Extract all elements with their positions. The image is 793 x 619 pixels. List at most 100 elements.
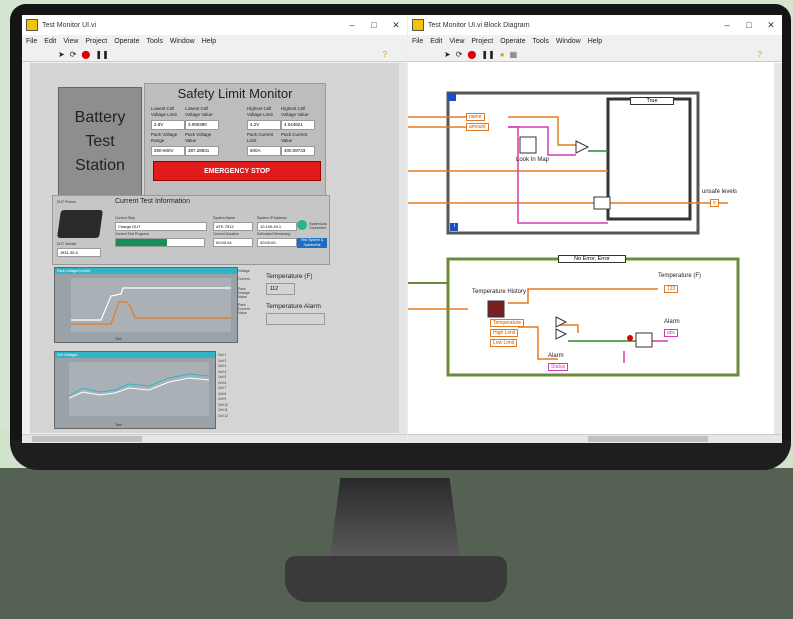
limit-value: 400.08733 bbox=[281, 146, 315, 156]
menu-operate[interactable]: Operate bbox=[500, 38, 525, 45]
cell-legend-item: Cell 9 bbox=[218, 397, 227, 401]
menu-help[interactable]: Help bbox=[588, 38, 602, 45]
temperature-output-label: Temperature (F) bbox=[658, 273, 702, 279]
progress-track bbox=[115, 238, 205, 247]
block-diagram-title: Test Monitor UI.vi Block Diagram bbox=[428, 21, 530, 29]
cell-legend-item: Cell 11 bbox=[218, 408, 228, 412]
menu-file[interactable]: File bbox=[412, 38, 423, 45]
abort-icon[interactable]: ⬤ bbox=[467, 50, 476, 59]
serial-label: DUT Serial# bbox=[57, 242, 76, 246]
menu-edit[interactable]: Edit bbox=[430, 38, 442, 45]
unsafe-levels-terminal: ≡ bbox=[710, 199, 719, 207]
menu-project[interactable]: Project bbox=[85, 38, 107, 45]
limit-label: Pack Current Value bbox=[281, 132, 308, 143]
menu-view[interactable]: View bbox=[63, 38, 78, 45]
cell-legend-item: Cell 7 bbox=[218, 386, 227, 390]
block-diagram-titlebar: Test Monitor UI.vi Block Diagram – □ ✕ bbox=[408, 15, 782, 35]
duration-label: Current Duration bbox=[213, 232, 239, 236]
menu-project[interactable]: Project bbox=[471, 38, 493, 45]
menu-file[interactable]: File bbox=[26, 38, 37, 45]
close-icon[interactable]: ✕ bbox=[760, 20, 782, 31]
minimize-icon[interactable]: – bbox=[341, 20, 363, 30]
monitor-stand-neck bbox=[330, 478, 460, 558]
graph2-time-label: Time bbox=[115, 423, 122, 427]
case-label: True bbox=[646, 98, 658, 104]
test-system-button[interactable]: Test System & Systemlink bbox=[297, 238, 327, 248]
block-diagram-vertical-scrollbar[interactable] bbox=[774, 63, 782, 435]
block-diagram-wiring bbox=[408, 91, 740, 377]
help-icon[interactable]: ? bbox=[758, 50, 762, 59]
run-arrow-icon[interactable]: ➤ bbox=[444, 50, 451, 59]
temperature-history-label: Temperature History bbox=[472, 289, 527, 295]
temperature-alarm-indicator bbox=[266, 313, 325, 325]
menu-tools[interactable]: Tools bbox=[146, 38, 162, 45]
menu-help[interactable]: Help bbox=[202, 38, 216, 45]
dut-device-image bbox=[57, 210, 103, 238]
run-continuous-icon[interactable]: ⟳ bbox=[70, 50, 77, 59]
status-terminal: Status bbox=[548, 363, 569, 371]
maximize-icon[interactable]: □ bbox=[363, 20, 385, 30]
emergency-stop-button[interactable]: EMERGENCY STOP bbox=[153, 161, 321, 181]
case-selector[interactable]: True bbox=[630, 97, 674, 105]
run-continuous-icon[interactable]: ⟳ bbox=[456, 50, 463, 59]
alarm-output-label: Alarm bbox=[664, 319, 680, 325]
close-icon[interactable]: ✕ bbox=[385, 20, 407, 31]
abort-icon[interactable]: ⬤ bbox=[81, 50, 90, 59]
current-legend: Current bbox=[238, 277, 250, 281]
current-test-title: Current Test Information bbox=[115, 198, 190, 205]
ip-label: System IP Address bbox=[257, 216, 287, 220]
limit-value: 250-600V bbox=[151, 146, 185, 156]
menu-operate[interactable]: Operate bbox=[114, 38, 139, 45]
name-terminal: name bbox=[466, 113, 485, 121]
safety-title: Safety Limit Monitor bbox=[177, 86, 293, 101]
front-panel-toolbar: ➤ ⟳ ⬤ ❚❚ ? bbox=[22, 47, 407, 62]
system-name-value: ATE-7512 bbox=[213, 222, 253, 231]
block-diagram-canvas: True name amount Look In Map unsafe leve… bbox=[408, 63, 774, 435]
block-diagram-menubar: File Edit View Project Operate Tools Win… bbox=[408, 35, 782, 47]
menu-window[interactable]: Window bbox=[170, 38, 195, 45]
pause-icon[interactable]: ❚❚ bbox=[481, 50, 494, 59]
run-arrow-icon[interactable]: ➤ bbox=[58, 50, 65, 59]
graph1-plot-area bbox=[71, 278, 231, 332]
front-panel-horizontal-scrollbar[interactable] bbox=[22, 434, 407, 443]
ip-value: 10.100.49.1 bbox=[257, 222, 297, 231]
remaining-label: Estimated Remaining bbox=[257, 232, 291, 236]
retain-wire-values-icon[interactable]: ▦ bbox=[510, 50, 518, 59]
error-case-label: No Error, Error bbox=[574, 256, 610, 262]
front-panel-scroll-thumb[interactable] bbox=[32, 436, 142, 442]
cell-legend-item: Cell 2 bbox=[218, 358, 227, 363]
monitor-screen: Test Monitor UI.vi – □ ✕ File Edit View … bbox=[22, 15, 782, 443]
error-case-selector[interactable]: No Error, Error bbox=[558, 255, 626, 263]
minimize-icon[interactable]: – bbox=[716, 20, 738, 30]
highlight-execution-icon[interactable]: ● bbox=[500, 50, 505, 59]
temperature-output-terminal: 123 bbox=[664, 285, 679, 293]
block-diagram-horizontal-scrollbar[interactable] bbox=[408, 434, 782, 443]
graph2-cell-trace-a bbox=[68, 373, 210, 397]
limit-value: 4.044821 bbox=[281, 120, 315, 130]
front-panel-window: Test Monitor UI.vi – □ ✕ File Edit View … bbox=[22, 15, 407, 443]
while-loop-frame bbox=[446, 91, 700, 235]
front-panel-canvas: Battery Test Station Safety Limit Monito… bbox=[30, 63, 400, 433]
menu-tools[interactable]: Tools bbox=[532, 38, 548, 45]
safety-limit-panel: Safety Limit Monitor Lowest Cell Voltage… bbox=[144, 83, 326, 207]
temperature-label: Temperature (F) bbox=[266, 273, 313, 280]
limit-label: Pack Voltage Value bbox=[185, 132, 212, 143]
front-panel-vertical-scrollbar[interactable] bbox=[399, 63, 407, 435]
limit-value: 387.28931 bbox=[185, 146, 219, 156]
menu-edit[interactable]: Edit bbox=[44, 38, 56, 45]
monitor-stand-base bbox=[285, 556, 507, 602]
current-test-panel: Current Test Information DUT Picture DUT… bbox=[52, 195, 330, 265]
low-limit-terminal: Low Limit bbox=[490, 339, 518, 347]
graph2-svg bbox=[68, 373, 210, 399]
alarm-output-terminal: abc bbox=[664, 329, 679, 337]
menu-window[interactable]: Window bbox=[556, 38, 581, 45]
front-panel-title: Test Monitor UI.vi bbox=[42, 21, 97, 29]
menu-view[interactable]: View bbox=[449, 38, 464, 45]
block-diagram-scroll-thumb[interactable] bbox=[588, 436, 708, 442]
pause-icon[interactable]: ❚❚ bbox=[95, 50, 108, 59]
temperature-value: 112 bbox=[266, 283, 295, 295]
help-icon[interactable]: ? bbox=[383, 50, 387, 59]
systemlink-led bbox=[297, 220, 307, 230]
unsafe-levels-label: unsafe levels bbox=[702, 189, 738, 195]
maximize-icon[interactable]: □ bbox=[738, 20, 760, 30]
